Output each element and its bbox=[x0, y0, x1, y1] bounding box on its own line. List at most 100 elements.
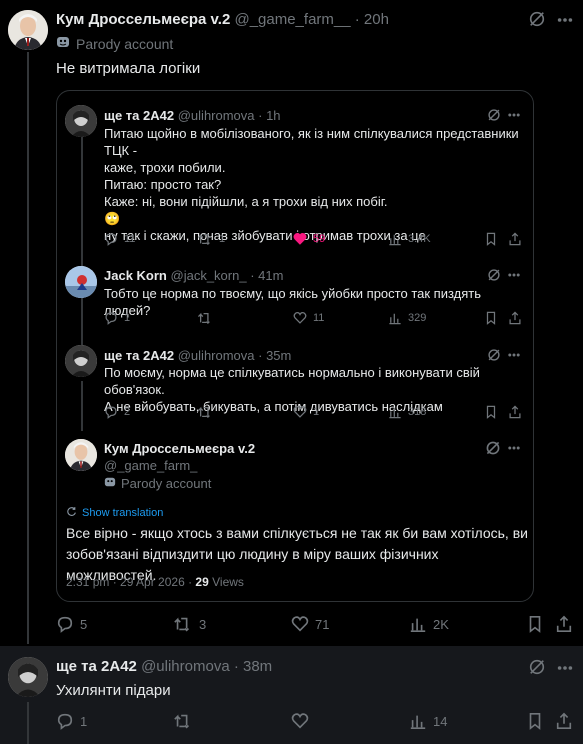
like-count: 11 bbox=[313, 312, 325, 324]
avatar[interactable] bbox=[65, 266, 97, 298]
share-button[interactable] bbox=[508, 232, 522, 246]
thread-line bbox=[27, 52, 29, 644]
views-count: 29 bbox=[195, 575, 209, 589]
reply-button[interactable]: 2 bbox=[104, 405, 130, 419]
avatar[interactable] bbox=[65, 105, 97, 137]
like-button[interactable]: 11 bbox=[293, 311, 324, 325]
views-count: 14 bbox=[433, 713, 448, 729]
author-handle[interactable]: @ulihromova bbox=[141, 658, 230, 675]
views-button[interactable]: 329 bbox=[388, 311, 426, 325]
bookmark-button[interactable] bbox=[526, 712, 544, 730]
thread-line bbox=[81, 381, 83, 431]
text-line: Питаю щойно в мобілізованого, як із ним … bbox=[104, 126, 519, 158]
bookmark-button[interactable] bbox=[526, 615, 544, 633]
like-button[interactable]: 71 bbox=[291, 615, 329, 633]
post-header: ще та 2А42 @ulihromova · 35m bbox=[104, 347, 291, 364]
grok-icon[interactable] bbox=[528, 10, 546, 33]
share-button[interactable] bbox=[555, 615, 573, 633]
post-time[interactable]: · 41m bbox=[250, 268, 283, 283]
text-line: Каже: ні, вони підійшли, а я трохи від н… bbox=[104, 194, 388, 209]
reply-button[interactable]: 1 bbox=[104, 311, 130, 325]
avatar[interactable] bbox=[8, 657, 48, 697]
views-count: 318 bbox=[408, 406, 427, 418]
like-count: 71 bbox=[315, 616, 330, 632]
avatar[interactable] bbox=[65, 439, 97, 471]
parody-label: Parody account bbox=[121, 476, 212, 491]
text-line: Питаю: просто так? bbox=[104, 177, 222, 192]
bookmark-button[interactable] bbox=[484, 311, 498, 325]
grok-icon[interactable] bbox=[485, 440, 501, 461]
parody-badge: Parody account bbox=[56, 35, 173, 52]
avatar[interactable] bbox=[65, 345, 97, 377]
share-button[interactable] bbox=[555, 712, 573, 730]
post-time[interactable]: · 35m bbox=[258, 348, 291, 363]
views-button[interactable]: 14 bbox=[409, 712, 447, 730]
author-name[interactable]: Кум Дроссельмеєра v.2 bbox=[104, 440, 255, 457]
grok-icon[interactable] bbox=[528, 658, 546, 681]
bookmark-button[interactable] bbox=[484, 405, 498, 419]
like-button[interactable] bbox=[291, 712, 315, 730]
emoji: 🙄 bbox=[104, 211, 121, 226]
post-text: Ухилянти підари bbox=[56, 682, 171, 699]
author-name[interactable]: ще та 2А42 bbox=[56, 658, 137, 675]
post-header: Кум Дроссельмеєра v.2 @_game_farm__ · 20… bbox=[56, 11, 389, 28]
reply-count: 1 bbox=[80, 713, 88, 729]
post-time[interactable]: · 38m bbox=[234, 658, 272, 675]
repost-button[interactable] bbox=[173, 712, 199, 730]
mask-icon bbox=[104, 475, 116, 492]
thread-line bbox=[27, 702, 29, 744]
thread-line bbox=[81, 301, 83, 346]
avatar[interactable] bbox=[8, 10, 48, 50]
text-line: Все вірно - якщо хтось з вами спілкуєтьс… bbox=[66, 525, 528, 541]
views-button[interactable]: 3.4K bbox=[388, 232, 431, 246]
views-count: 3.4K bbox=[408, 233, 431, 245]
views-count: 329 bbox=[408, 312, 427, 324]
more-icon[interactable] bbox=[556, 659, 574, 682]
reply-button[interactable]: 1 bbox=[56, 712, 87, 730]
reply-button[interactable]: 11 bbox=[104, 232, 135, 246]
like-count: 1 bbox=[313, 406, 320, 418]
repost-button[interactable]: 1 bbox=[197, 232, 225, 246]
more-icon[interactable] bbox=[507, 441, 521, 460]
bookmark-button[interactable] bbox=[484, 232, 498, 246]
author-name[interactable]: ще та 2А42 bbox=[104, 348, 174, 363]
like-button[interactable]: 1 bbox=[293, 405, 319, 419]
author-name[interactable]: Кум Дроссельмеєра v.2 bbox=[56, 11, 230, 28]
repost-button[interactable] bbox=[197, 311, 219, 325]
share-button[interactable] bbox=[508, 311, 522, 325]
reply-count: 2 bbox=[124, 406, 131, 418]
author-handle[interactable]: @ulihromova bbox=[178, 108, 255, 123]
post-text: Питаю щойно в мобілізованого, як із ним … bbox=[104, 125, 529, 244]
author-handle[interactable]: @jack_korn_ bbox=[171, 268, 247, 283]
author-handle[interactable]: @_game_farm__ bbox=[234, 11, 350, 28]
share-button[interactable] bbox=[508, 405, 522, 419]
views-count: 2K bbox=[433, 616, 449, 632]
timestamp[interactable]: 2:31 pm · 29 Apr 2026 · bbox=[66, 575, 195, 589]
repost-count: 3 bbox=[199, 616, 207, 632]
views-button[interactable]: 318 bbox=[388, 405, 426, 419]
reply-post[interactable]: ще та 2А42 @ulihromova · 38m Ухилянти пі… bbox=[0, 646, 583, 744]
text-line: каже, трохи побили. bbox=[104, 160, 226, 175]
repost-button[interactable]: 3 bbox=[173, 615, 206, 633]
more-icon[interactable] bbox=[556, 11, 574, 34]
post-time[interactable]: · 20h bbox=[355, 11, 389, 28]
author-name[interactable]: ще та 2А42 bbox=[104, 108, 174, 123]
parody-label: Parody account bbox=[76, 35, 174, 52]
show-translation-link[interactable]: Show translation bbox=[66, 506, 163, 520]
like-count: 59 bbox=[313, 233, 326, 245]
reply-count: 11 bbox=[124, 233, 136, 245]
show-translation-label[interactable]: Show translation bbox=[82, 507, 163, 519]
views-label: Views bbox=[208, 575, 244, 589]
reply-count: 5 bbox=[80, 616, 88, 632]
repost-count: 1 bbox=[219, 233, 226, 245]
like-button[interactable]: 59 bbox=[293, 232, 325, 246]
views-button[interactable]: 2K bbox=[409, 615, 449, 633]
parody-badge: Parody account bbox=[104, 475, 211, 492]
author-name[interactable]: Jack Korn bbox=[104, 268, 167, 283]
post-time[interactable]: · 1h bbox=[258, 108, 280, 123]
author-handle[interactable]: @_game_farm_ bbox=[104, 457, 197, 474]
reply-button[interactable]: 5 bbox=[56, 615, 87, 633]
author-handle[interactable]: @ulihromova bbox=[178, 348, 255, 363]
quoted-thread-card[interactable]: ще та 2А42 @ulihromova · 1h Питаю щойно … bbox=[56, 90, 534, 602]
repost-button[interactable] bbox=[197, 405, 219, 419]
